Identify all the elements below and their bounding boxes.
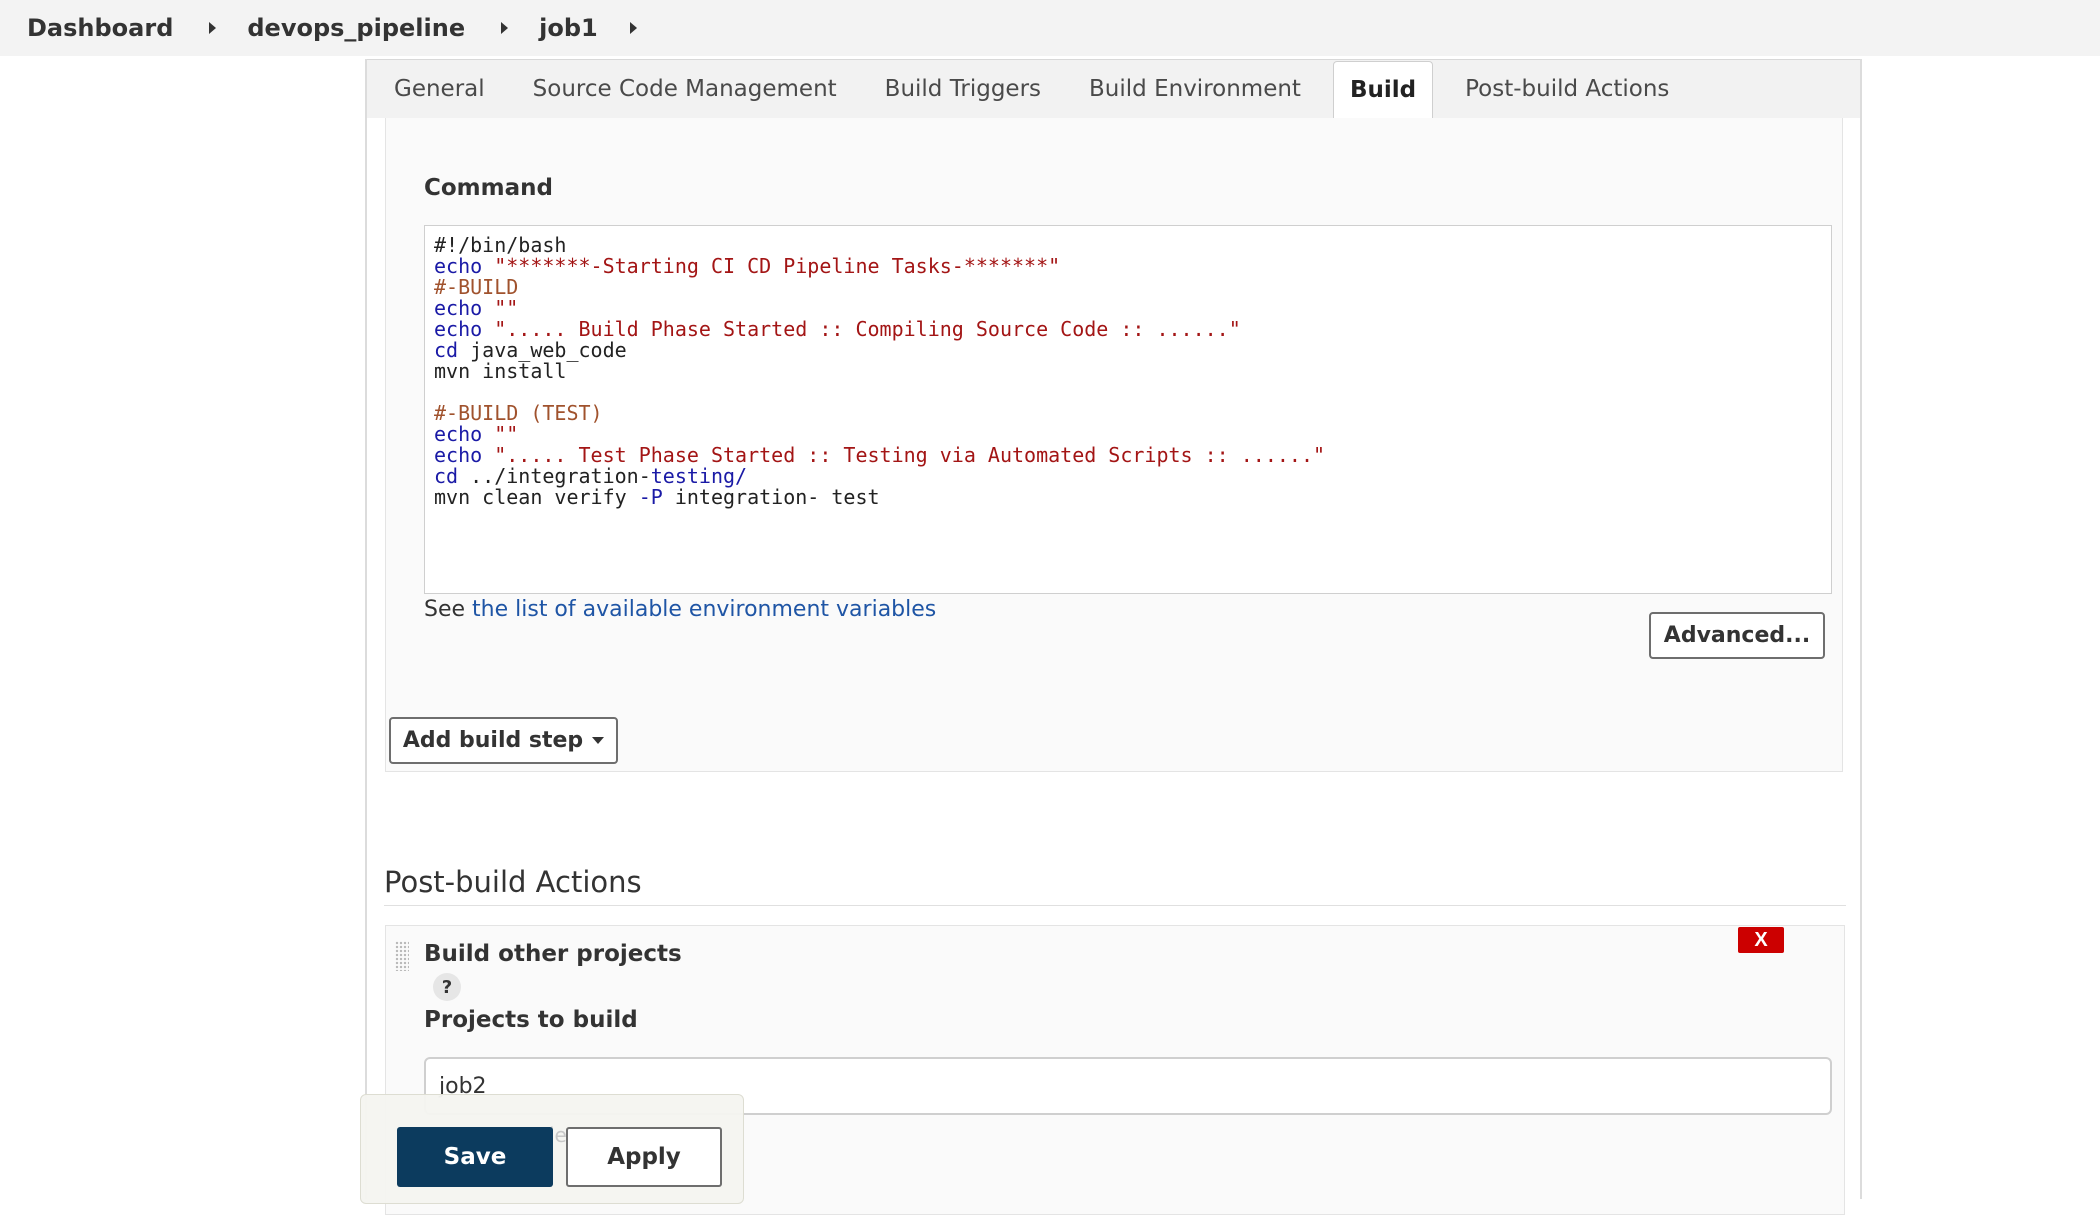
delete-action-button[interactable]: X — [1738, 927, 1784, 953]
add-build-step-label[interactable]: Add build step — [403, 728, 583, 753]
breadcrumb: Dashboard devops_pipeline job1 — [0, 0, 2100, 56]
tab-build-triggers[interactable]: Build Triggers — [861, 59, 1065, 118]
tab-build[interactable]: Build — [1332, 61, 1434, 118]
save-button[interactable]: Save — [397, 1127, 553, 1187]
chevron-right-icon[interactable] — [209, 22, 217, 34]
command-textarea[interactable]: #!/bin/bash echo "*******-Starting CI CD… — [424, 225, 1832, 594]
build-other-projects-title: Build other projects — [424, 941, 682, 967]
chevron-right-icon[interactable] — [629, 22, 637, 34]
breadcrumb-label[interactable]: job1 — [539, 14, 598, 42]
caret-down-icon[interactable] — [592, 737, 605, 744]
breadcrumb-label[interactable]: devops_pipeline — [247, 14, 465, 42]
apply-button[interactable]: Apply — [566, 1127, 722, 1187]
config-panel: General Source Code Management Build Tri… — [365, 59, 1862, 1215]
tab-build-environment[interactable]: Build Environment — [1065, 59, 1325, 118]
tab-source-code-management[interactable]: Source Code Management — [509, 59, 861, 118]
env-vars-link[interactable]: the list of available environment variab… — [472, 597, 936, 622]
add-build-step-button[interactable]: Add build step — [389, 717, 618, 764]
advanced-button[interactable]: Advanced... — [1649, 612, 1825, 659]
breadcrumb-label[interactable]: Dashboard — [27, 14, 173, 42]
tab-general[interactable]: General — [370, 59, 509, 118]
command-label: Command — [424, 175, 553, 201]
breadcrumb-dashboard[interactable]: Dashboard — [27, 14, 247, 42]
save-bar: le Save Apply — [360, 1094, 744, 1204]
env-vars-hint: See the list of available environment va… — [424, 597, 936, 622]
projects-to-build-label: Projects to build — [424, 1007, 638, 1033]
config-tabs: General Source Code Management Build Tri… — [367, 59, 1860, 118]
hint-prefix: See — [424, 597, 473, 622]
breadcrumb-job1[interactable]: job1 — [539, 14, 668, 42]
breadcrumb-devops-pipeline[interactable]: devops_pipeline — [247, 14, 539, 42]
tab-post-build-actions[interactable]: Post-build Actions — [1441, 59, 1693, 118]
drag-handle-icon[interactable] — [395, 941, 409, 971]
divider — [384, 905, 1846, 906]
chevron-right-icon[interactable] — [501, 22, 509, 34]
post-build-heading: Post-build Actions — [384, 865, 642, 899]
help-icon[interactable]: ? — [433, 973, 461, 1001]
